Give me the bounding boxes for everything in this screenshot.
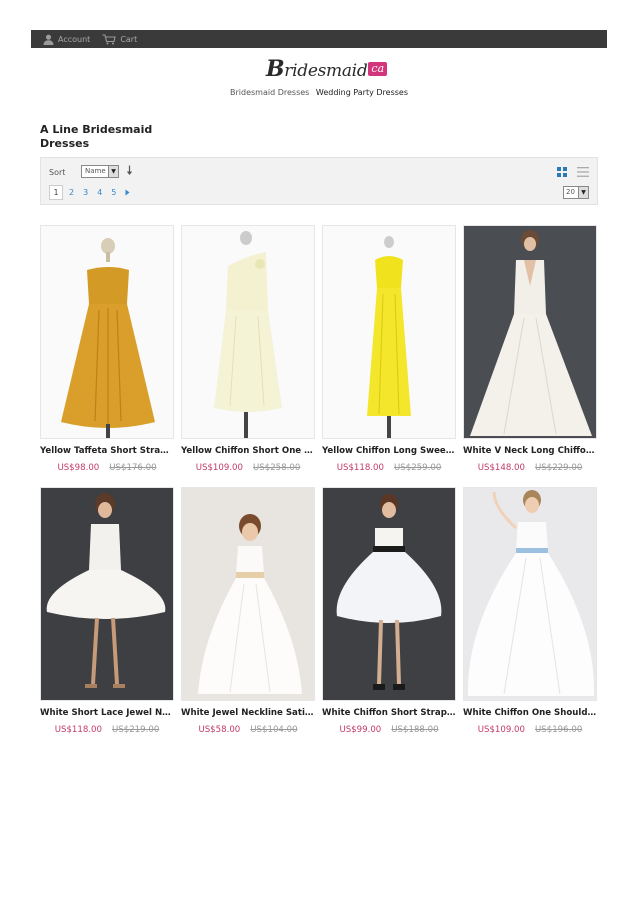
product-price: US$99.00 bbox=[339, 725, 382, 735]
site-logo[interactable]: Bridesmaid ca bbox=[266, 56, 388, 82]
product-name[interactable]: Yellow Chiffon Short One Shoulder Brides… bbox=[181, 446, 315, 456]
product-price: US$148.00 bbox=[477, 463, 525, 473]
product-name[interactable]: White Jewel Neckline Satin Flower Girl D… bbox=[181, 708, 315, 718]
cart-icon bbox=[102, 33, 116, 44]
product-old-price: US$258.00 bbox=[253, 463, 301, 473]
product-price: US$109.00 bbox=[195, 463, 243, 473]
chevron-down-icon: ▼ bbox=[578, 187, 588, 198]
product-price: US$98.00 bbox=[57, 463, 100, 473]
product-card[interactable]: Yellow Chiffon Long Sweetheart Bridesmai… bbox=[322, 225, 456, 473]
sort-label: Sort bbox=[49, 168, 66, 177]
page-link[interactable]: 5 bbox=[111, 188, 116, 197]
product-price: US$118.00 bbox=[336, 463, 384, 473]
pagination: 1 2 3 4 5 bbox=[49, 185, 130, 200]
product-old-price: US$229.00 bbox=[535, 463, 583, 473]
product-name[interactable]: White Chiffon Short Strapless Bridesmaid… bbox=[322, 708, 456, 718]
product-name[interactable]: White Chiffon One Shoulder Long Bridesma… bbox=[463, 708, 597, 718]
caret-right-icon[interactable] bbox=[125, 189, 130, 196]
product-name[interactable]: White Short Lace Jewel Neckline Bridesma… bbox=[40, 708, 174, 718]
product-old-price: US$196.00 bbox=[535, 725, 583, 735]
page-link[interactable]: 4 bbox=[97, 188, 102, 197]
logo-badge: ca bbox=[368, 62, 388, 76]
product-old-price: US$259.00 bbox=[394, 463, 442, 473]
grid-view-icon[interactable] bbox=[557, 167, 567, 177]
product-card[interactable]: White Chiffon Short Strapless Bridesmaid… bbox=[322, 487, 456, 735]
product-price: US$58.00 bbox=[198, 725, 241, 735]
product-card[interactable]: White Chiffon One Shoulder Long Bridesma… bbox=[463, 487, 597, 735]
product-price: US$118.00 bbox=[54, 725, 102, 735]
product-old-price: US$104.00 bbox=[250, 725, 298, 735]
product-image[interactable] bbox=[322, 487, 456, 701]
per-page-select[interactable]: 20 ▼ bbox=[563, 186, 589, 199]
product-card[interactable]: White Jewel Neckline Satin Flower Girl D… bbox=[181, 487, 315, 735]
product-old-price: US$176.00 bbox=[109, 463, 157, 473]
product-name[interactable]: White V Neck Long Chiffon Bridesmaid Dre… bbox=[463, 446, 597, 456]
listing-toolbar: Sort Name ▼ 1 2 3 4 5 20 ▼ bbox=[40, 157, 598, 205]
user-icon bbox=[43, 34, 54, 45]
product-price: US$109.00 bbox=[477, 725, 525, 735]
account-link[interactable]: Account bbox=[43, 34, 90, 45]
page-link[interactable]: 3 bbox=[83, 188, 88, 197]
product-image[interactable] bbox=[40, 225, 174, 439]
sort-select[interactable]: Name ▼ bbox=[81, 165, 119, 178]
product-card[interactable]: Yellow Chiffon Short One Shoulder Brides… bbox=[181, 225, 315, 473]
list-view-icon[interactable] bbox=[577, 167, 589, 177]
product-image[interactable] bbox=[463, 487, 597, 701]
sort-value: Name bbox=[85, 167, 106, 175]
product-name[interactable]: Yellow Taffeta Short Strapless A Line Br… bbox=[40, 446, 174, 456]
product-image[interactable] bbox=[40, 487, 174, 701]
current-page: 1 bbox=[49, 185, 63, 200]
category-nav: Bridesmaid Dresses Wedding Party Dresses bbox=[0, 88, 638, 97]
nav-link-wedding-party-dresses[interactable]: Wedding Party Dresses bbox=[316, 88, 408, 97]
top-bar: Account Cart bbox=[31, 30, 607, 48]
per-page-value: 20 bbox=[566, 188, 575, 196]
product-image[interactable] bbox=[181, 487, 315, 701]
cart-label: Cart bbox=[120, 34, 138, 44]
product-image[interactable] bbox=[181, 225, 315, 439]
page-link[interactable]: 2 bbox=[69, 188, 74, 197]
product-old-price: US$188.00 bbox=[391, 725, 439, 735]
product-name[interactable]: Yellow Chiffon Long Sweetheart Bridesmai… bbox=[322, 446, 456, 456]
chevron-down-icon: ▼ bbox=[108, 166, 118, 177]
account-label: Account bbox=[58, 34, 91, 44]
nav-link-bridesmaid-dresses[interactable]: Bridesmaid Dresses bbox=[230, 88, 309, 97]
page-title: A Line Bridesmaid Dresses bbox=[40, 123, 153, 150]
product-card[interactable]: White Short Lace Jewel Neckline Bridesma… bbox=[40, 487, 174, 735]
product-old-price: US$219.00 bbox=[112, 725, 160, 735]
cart-link[interactable]: Cart bbox=[102, 33, 138, 45]
product-card[interactable]: White V Neck Long Chiffon Bridesmaid Dre… bbox=[463, 225, 597, 473]
arrow-down-icon[interactable] bbox=[126, 165, 133, 176]
product-image[interactable] bbox=[463, 225, 597, 439]
product-card[interactable]: Yellow Taffeta Short Strapless A Line Br… bbox=[40, 225, 174, 473]
product-image[interactable] bbox=[322, 225, 456, 439]
